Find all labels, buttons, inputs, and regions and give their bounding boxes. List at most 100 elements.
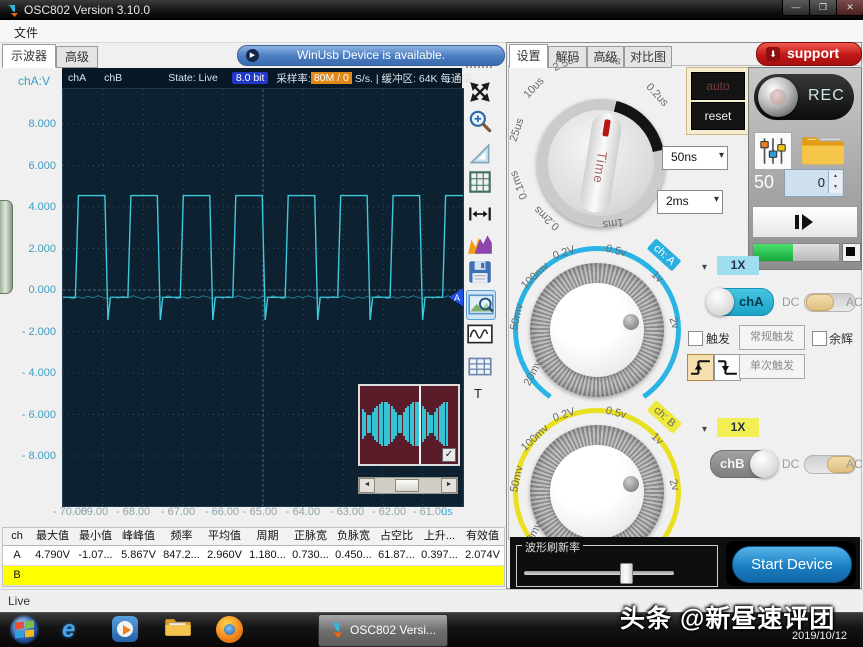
channel-a-multiplier[interactable]: 1X (717, 256, 759, 275)
spectrum-icon[interactable] (466, 230, 494, 258)
ch-a-knob[interactable] (550, 283, 644, 377)
app-icon (6, 4, 19, 17)
table-cell: 0.450... (332, 546, 375, 565)
tab-oscilloscope[interactable]: 示波器 (2, 44, 56, 68)
taskbar-mediaplayer-icon[interactable] (112, 616, 138, 642)
channel-a-toggle[interactable]: chA (710, 288, 774, 316)
timebase-dropdown-2[interactable]: 2ms ▾ (657, 190, 723, 214)
overview-position-marker[interactable] (419, 386, 421, 464)
maximize-button[interactable]: ❐ (809, 0, 837, 16)
live-status-text: Live (8, 594, 30, 608)
side-panel-grip[interactable] (0, 200, 13, 294)
taskbar-active-task[interactable]: OSC802 Versi... (318, 614, 448, 647)
normal-trigger-button[interactable]: 常规触发 (739, 325, 805, 350)
grid-icon[interactable] (466, 168, 494, 196)
taskbar-firefox-icon[interactable] (216, 616, 243, 643)
table-cell (362, 566, 409, 585)
table-cell (267, 566, 314, 585)
frame-spinner[interactable]: 0 ▲ ▼ (784, 169, 844, 197)
overview-checkbox[interactable]: ✓ (442, 448, 456, 462)
taskbar-ie-icon[interactable]: e (62, 616, 90, 644)
waveform-overview-inset[interactable]: ✓ (358, 384, 460, 466)
maximize-icon: ❐ (819, 2, 827, 12)
channel-a-coupling-knob (806, 294, 834, 311)
x-tick: - 65.00 (238, 506, 282, 518)
chevron-down-icon[interactable]: ▾ (702, 424, 707, 435)
timebase-dropdown[interactable]: 50ns ▾ (662, 146, 728, 170)
toolbar-grip-dots (466, 66, 492, 71)
tab-advanced-left[interactable]: 高级 (56, 46, 98, 68)
play-icon: ▶ (246, 49, 259, 62)
table-cell: B (3, 566, 31, 585)
refresh-rate-slider[interactable] (524, 571, 674, 575)
titlebar: OSC802 Version 3.10.0 — ❐ ✕ (0, 0, 863, 20)
overview-waveform (362, 392, 454, 456)
table-cell: 1.180... (246, 546, 289, 565)
close-button[interactable]: ✕ (836, 0, 863, 16)
table-row: A4.790V-1.07...5.867V847.2...2.960V1.180… (3, 546, 504, 566)
single-trigger-button[interactable]: 单次触发 (739, 354, 805, 379)
svg-text:A: A (454, 293, 460, 303)
timebase-value-2: 2ms (666, 194, 689, 208)
support-button[interactable]: ⬇ support (756, 42, 862, 66)
start-device-button[interactable]: Start Device (732, 546, 852, 583)
table-cell: 61.87... (375, 546, 418, 565)
ch-b-knob[interactable] (550, 445, 644, 539)
start-button[interactable] (10, 615, 39, 644)
trigger-label: 触发 (706, 330, 730, 347)
spin-up-icon[interactable]: ▲ (829, 171, 842, 182)
ruler-icon[interactable] (466, 140, 494, 168)
chA-label: chA (68, 72, 86, 84)
start-orb-pane (25, 630, 34, 638)
horizontal-scrollbar[interactable]: ◄ ► (358, 477, 458, 494)
table-cell (220, 566, 267, 585)
folder-icon (800, 132, 846, 168)
falling-edge-button[interactable] (714, 354, 741, 381)
channel-b-toggle[interactable]: chB (710, 450, 774, 478)
waveform-window-icon[interactable] (466, 320, 494, 348)
tab-settings[interactable]: 设置 (509, 44, 548, 68)
record-progress-bar (752, 243, 840, 262)
image-zoom-icon[interactable] (466, 290, 496, 320)
save-icon[interactable] (466, 258, 494, 286)
table-cell: 0.730... (289, 546, 332, 565)
scroll-right-arrow[interactable]: ► (441, 478, 457, 493)
table-header-cell: 有效值 (461, 528, 504, 545)
play-step-button[interactable] (752, 206, 858, 238)
table-header-cell: 最小值 (74, 528, 117, 545)
rising-edge-button[interactable] (687, 354, 714, 381)
auto-button[interactable]: auto (691, 72, 745, 100)
zoom-in-icon[interactable] (466, 108, 494, 136)
taskbar-explorer-icon[interactable] (164, 616, 192, 644)
scroll-thumb[interactable] (395, 479, 419, 492)
spinner-arrows[interactable]: ▲ ▼ (828, 171, 842, 193)
table-header-cell: 正脉宽 (289, 528, 332, 545)
table-row: B (3, 566, 504, 586)
refresh-rate-slider-thumb[interactable] (620, 563, 633, 584)
refresh-rate-title: 波形刷新率 (522, 539, 583, 555)
afterglow-checkbox[interactable] (812, 331, 827, 346)
channel-b-multiplier[interactable]: 1X (717, 418, 759, 437)
minimize-button[interactable]: — (782, 0, 810, 16)
menu-file[interactable]: 文件 (14, 24, 38, 41)
mixer-settings-button[interactable] (754, 132, 792, 170)
stop-button[interactable] (842, 243, 861, 262)
mixer-icon (755, 133, 791, 169)
rec-button[interactable]: REC (754, 74, 854, 120)
chevron-down-icon[interactable]: ▾ (702, 262, 707, 273)
open-folder-button[interactable] (800, 132, 846, 168)
trigger-checkbox[interactable] (688, 331, 703, 346)
scroll-left-arrow[interactable]: ◄ (359, 478, 375, 493)
table-cell: -1.07... (74, 546, 117, 565)
reset-button[interactable]: reset (691, 102, 745, 130)
spin-down-icon[interactable]: ▼ (829, 182, 842, 193)
rec-dial-icon (758, 77, 798, 117)
expand-icon[interactable] (466, 78, 494, 106)
h-measure-icon[interactable] (466, 200, 494, 228)
table-cell: 0.397... (418, 546, 461, 565)
y-tick: - 8.000 (6, 450, 56, 462)
table-header-cell: 上升... (418, 528, 461, 545)
task-app-title: OSC802 Versi... (350, 623, 436, 637)
table-icon[interactable] (466, 352, 494, 380)
trigger-t-label: T (474, 386, 482, 401)
